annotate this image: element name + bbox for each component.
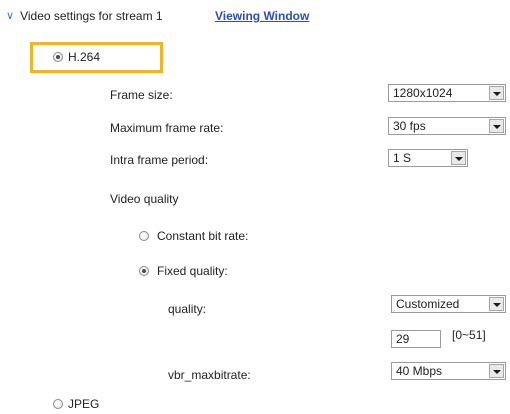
fixed-quality-radio[interactable]: [139, 266, 149, 276]
codec-jpeg-radio[interactable]: [53, 399, 63, 409]
dropdown-arrow-icon[interactable]: [489, 297, 504, 311]
intra-frame-period-select[interactable]: 1 S: [388, 149, 468, 167]
codec-h264-option[interactable]: H.264: [53, 50, 100, 64]
constant-bit-rate-radio[interactable]: [139, 231, 149, 241]
quality-label: quality:: [168, 302, 207, 316]
viewing-window-link[interactable]: Viewing Window: [215, 9, 309, 23]
frame-size-value: 1280x1024: [393, 86, 453, 100]
constant-bit-rate-option[interactable]: Constant bit rate:: [139, 229, 248, 243]
max-frame-rate-value: 30 fps: [393, 119, 426, 133]
vbr-maxbitrate-label: vbr_maxbitrate:: [168, 368, 251, 382]
vbr-maxbitrate-value: 40 Mbps: [396, 364, 443, 378]
max-frame-rate-select[interactable]: 30 fps: [388, 117, 506, 135]
section-header[interactable]: ∨ Video settings for stream 1: [6, 9, 163, 23]
dropdown-arrow-icon[interactable]: [489, 364, 504, 378]
codec-h264-radio[interactable]: [53, 52, 63, 62]
video-quality-label: Video quality: [110, 192, 179, 206]
frame-size-label: Frame size:: [110, 88, 173, 102]
constant-bit-rate-label: Constant bit rate:: [157, 229, 249, 243]
chevron-down-icon[interactable]: ∨: [6, 10, 14, 22]
intra-frame-period-value: 1 S: [393, 151, 412, 165]
fixed-quality-label: Fixed quality:: [157, 264, 228, 278]
codec-h264-label: H.264: [68, 50, 101, 64]
quality-value: Customized: [396, 297, 460, 311]
fixed-quality-option[interactable]: Fixed quality:: [139, 264, 228, 278]
quality-range-hint: [0~51]: [452, 328, 486, 342]
quality-select[interactable]: Customized: [391, 295, 506, 313]
codec-jpeg-option[interactable]: JPEG: [53, 397, 99, 411]
dropdown-arrow-icon[interactable]: [489, 119, 504, 133]
vbr-maxbitrate-select[interactable]: 40 Mbps: [391, 362, 506, 380]
section-title: Video settings for stream 1: [20, 9, 163, 23]
frame-size-select[interactable]: 1280x1024: [388, 84, 506, 102]
dropdown-arrow-icon[interactable]: [489, 86, 504, 100]
dropdown-arrow-icon[interactable]: [451, 151, 466, 165]
codec-jpeg-label: JPEG: [68, 397, 100, 411]
quality-value-input[interactable]: 29: [391, 330, 441, 348]
max-frame-rate-label: Maximum frame rate:: [110, 121, 224, 135]
intra-frame-period-label: Intra frame period:: [110, 153, 209, 167]
